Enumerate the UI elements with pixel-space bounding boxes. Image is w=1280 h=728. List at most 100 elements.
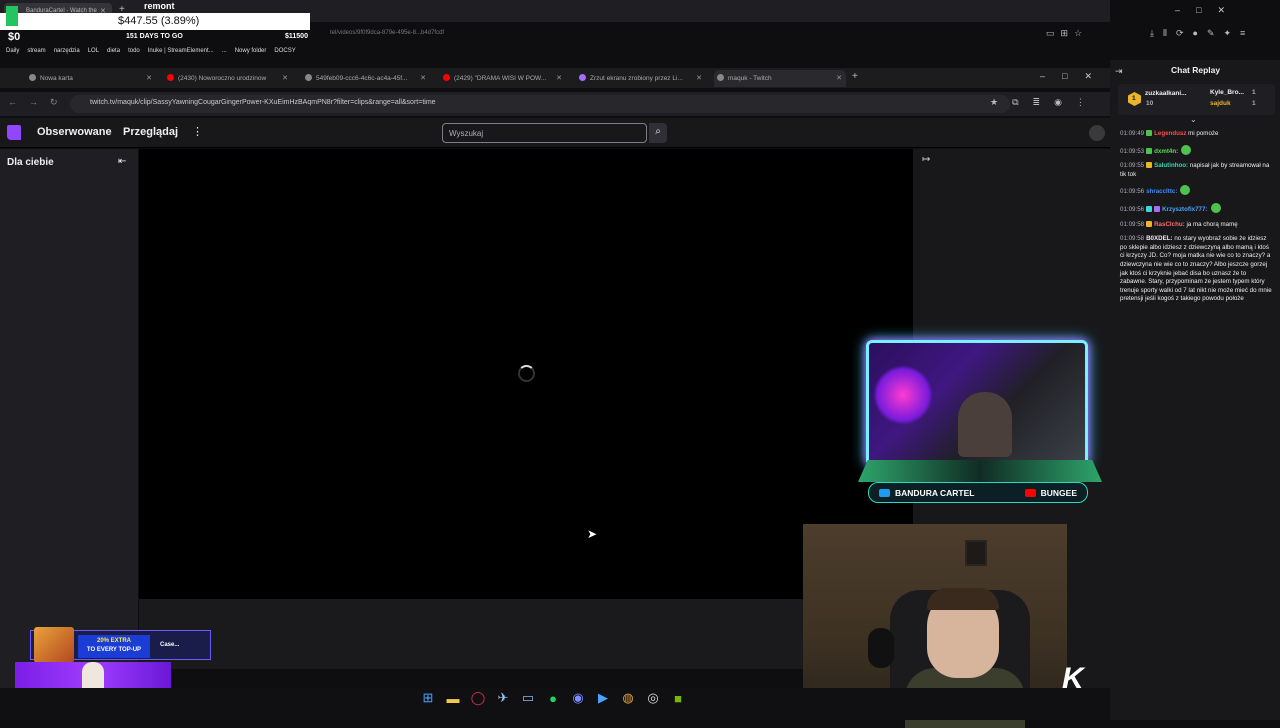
outer-url-field[interactable]: tel/videos/9f0f9dca-879e-495e-8...b4d7fc… bbox=[330, 30, 444, 36]
inner-maximize-button[interactable]: □ bbox=[1062, 71, 1067, 82]
url-field[interactable]: twitch.tv/maquk/clip/SassyYawningCougarG… bbox=[70, 95, 1010, 113]
bookmark-star-icon[interactable]: ★ bbox=[990, 97, 998, 108]
discord-icon[interactable]: ◉ bbox=[570, 690, 586, 706]
inner-minimize-button[interactable]: – bbox=[1040, 71, 1045, 82]
loading-spinner-icon bbox=[518, 365, 535, 382]
nav-browse-link[interactable]: Przeglądaj bbox=[123, 126, 178, 138]
bookmark-item[interactable]: Nowy folder bbox=[235, 48, 267, 54]
twitch-logo-icon[interactable] bbox=[7, 125, 21, 140]
inner-tab[interactable]: Nowa karta ✕ bbox=[26, 70, 156, 87]
menu-icon[interactable]: ⋮ bbox=[1076, 97, 1085, 108]
chat-username[interactable]: Krzysztofix777: bbox=[1162, 206, 1207, 213]
mouse-cursor-icon: ➤ bbox=[587, 527, 598, 541]
bookmark-item[interactable]: LOL bbox=[88, 48, 99, 54]
maximize-button[interactable]: □ bbox=[1196, 5, 1201, 16]
tab-close-icon[interactable]: ✕ bbox=[146, 74, 152, 82]
chat-username[interactable]: shracclttc: bbox=[1146, 188, 1177, 195]
collapse-chat-icon[interactable]: ⇥ bbox=[1115, 66, 1123, 77]
top-user-name[interactable]: sajduk bbox=[1210, 100, 1231, 107]
expand-gifters-icon[interactable]: ⌄ bbox=[1190, 115, 1197, 124]
obs-icon[interactable]: ◎ bbox=[645, 690, 661, 706]
screenshot-icon[interactable]: ⊞ bbox=[1061, 28, 1069, 39]
tab-close-icon[interactable]: ✕ bbox=[696, 74, 702, 82]
folder-icon[interactable]: ▬ bbox=[445, 691, 461, 706]
badge-icon bbox=[1146, 162, 1153, 169]
chat-message: 01:09:53 dxmt4n: bbox=[1120, 144, 1272, 157]
more-menu-icon[interactable]: ⋮ bbox=[192, 125, 203, 138]
avatar[interactable] bbox=[1089, 125, 1105, 141]
bookmark-item[interactable]: Daily bbox=[6, 48, 19, 54]
minimize-button[interactable]: – bbox=[1175, 5, 1180, 16]
cam-frame-bar bbox=[858, 460, 1102, 482]
chat-username[interactable]: Legendusz bbox=[1154, 130, 1186, 137]
tab-close-icon[interactable]: ✕ bbox=[282, 74, 288, 82]
chat-timestamp: 01:09:55 bbox=[1120, 162, 1145, 170]
chrome-icon[interactable]: ◍ bbox=[620, 690, 636, 706]
tab-favicon-icon bbox=[29, 74, 36, 81]
bookmark-item[interactable]: stream bbox=[27, 48, 45, 54]
monitor-icon[interactable]: ▭ bbox=[520, 690, 536, 706]
top-gifter-name[interactable]: zuzkaalkani... bbox=[1145, 90, 1187, 97]
extensions-icon[interactable]: ⧉ bbox=[1012, 97, 1018, 108]
inner-tab[interactable]: 549feb09-ccc6-4c6c-ac4a-45f... ✕ bbox=[302, 70, 430, 87]
bookmark-item[interactable]: ... bbox=[222, 48, 227, 54]
search-icon[interactable]: ⌕ bbox=[649, 123, 667, 143]
chat-username[interactable]: RasClchu: bbox=[1154, 221, 1185, 228]
menu-icon[interactable]: ≡ bbox=[1240, 28, 1245, 39]
spotify-icon[interactable]: ● bbox=[545, 691, 561, 706]
player-icon[interactable]: ▶ bbox=[595, 690, 611, 706]
tab-close-icon[interactable]: ✕ bbox=[836, 74, 842, 82]
inner-new-tab-icon[interactable]: + bbox=[852, 71, 858, 82]
address-bar-icons: ★ ⧉ ≣ ◉ ⋮ bbox=[990, 97, 1085, 108]
profile-icon[interactable]: ◉ bbox=[1054, 97, 1062, 108]
top-user-name[interactable]: Kyle_Bro... bbox=[1210, 89, 1244, 96]
reload-icon[interactable]: ↻ bbox=[50, 97, 58, 108]
inner-tab[interactable]: (2429) "DRAMA WISI W POW... ✕ bbox=[440, 70, 566, 87]
tab-close-icon[interactable]: ✕ bbox=[556, 74, 562, 82]
outer-toolbar-icons: ▭ ⊞ ☆ bbox=[1046, 28, 1082, 39]
bookmark-item[interactable]: DOCSY bbox=[274, 48, 295, 54]
chat-text: mi pomoże bbox=[1188, 130, 1219, 137]
chat-username[interactable]: B0XDEL: bbox=[1146, 235, 1172, 242]
close-window-button[interactable]: ✕ bbox=[1217, 5, 1225, 16]
inner-tab[interactable]: (2430) Noworoczno urodzinow ✕ bbox=[164, 70, 292, 87]
translate-icon[interactable]: ✦ bbox=[1223, 28, 1231, 39]
inner-close-button[interactable]: ✕ bbox=[1084, 71, 1092, 82]
chat-username[interactable]: Salutinhoo: bbox=[1154, 162, 1188, 169]
pen-icon bbox=[579, 74, 586, 81]
tab-close-icon[interactable]: ✕ bbox=[420, 74, 426, 82]
media-icon[interactable]: ≣ bbox=[1033, 97, 1041, 108]
puzzle-icon[interactable]: ✎ bbox=[1207, 28, 1215, 39]
cast-icon[interactable]: ▭ bbox=[1046, 28, 1055, 39]
cam-person bbox=[958, 392, 1012, 457]
search-input[interactable]: Wyszukaj bbox=[442, 123, 647, 143]
badge-icon bbox=[1146, 205, 1153, 212]
windows-icon[interactable]: ⊞ bbox=[420, 690, 436, 706]
chat-username[interactable]: dxmt4n: bbox=[1154, 148, 1178, 155]
bookmark-item[interactable]: todo bbox=[128, 48, 140, 54]
inner-tab[interactable]: Zrzut ekranu zrobiony przez Li... ✕ bbox=[576, 70, 706, 87]
bookmark-item[interactable]: Inuke | StreamElement... bbox=[148, 48, 214, 54]
inner-tab-title: Nowa karta bbox=[40, 75, 73, 82]
inner-tab-active[interactable]: maquk - Twitch ✕ bbox=[714, 70, 846, 87]
microphone-icon bbox=[868, 628, 894, 668]
extension-icon[interactable]: ● bbox=[1193, 28, 1198, 39]
bookmark-star-icon[interactable]: ☆ bbox=[1074, 28, 1082, 39]
history-icon[interactable]: ⦀ bbox=[1163, 28, 1167, 39]
collapse-sidebar-icon[interactable]: ⇤ bbox=[118, 156, 126, 167]
bookmark-item[interactable]: dieta bbox=[107, 48, 120, 54]
forward-icon[interactable]: → bbox=[29, 97, 38, 108]
nav-followed-link[interactable]: Obserwowane bbox=[37, 126, 112, 138]
inner-tab-title: 549feb09-ccc6-4c6c-ac4a-45f... bbox=[316, 75, 408, 82]
nvidia-icon[interactable]: ■ bbox=[670, 691, 686, 706]
back-icon[interactable]: ← bbox=[8, 97, 17, 108]
outer-extension-icons: ⤓ ⦀ ⟳ ● ✎ ✦ ≡ bbox=[1150, 28, 1245, 39]
bookmark-item[interactable]: narzędzia bbox=[54, 48, 80, 54]
opera-icon[interactable]: ◯ bbox=[470, 690, 486, 706]
download-icon[interactable]: ⤓ bbox=[1150, 28, 1154, 39]
expand-chat-icon[interactable]: ↦ bbox=[922, 154, 930, 165]
sync-icon[interactable]: ⟳ bbox=[1176, 28, 1184, 39]
social-label: BUNGEE bbox=[1040, 487, 1077, 498]
steam-icon[interactable]: ✈ bbox=[495, 690, 511, 706]
wall-picture bbox=[965, 540, 987, 566]
